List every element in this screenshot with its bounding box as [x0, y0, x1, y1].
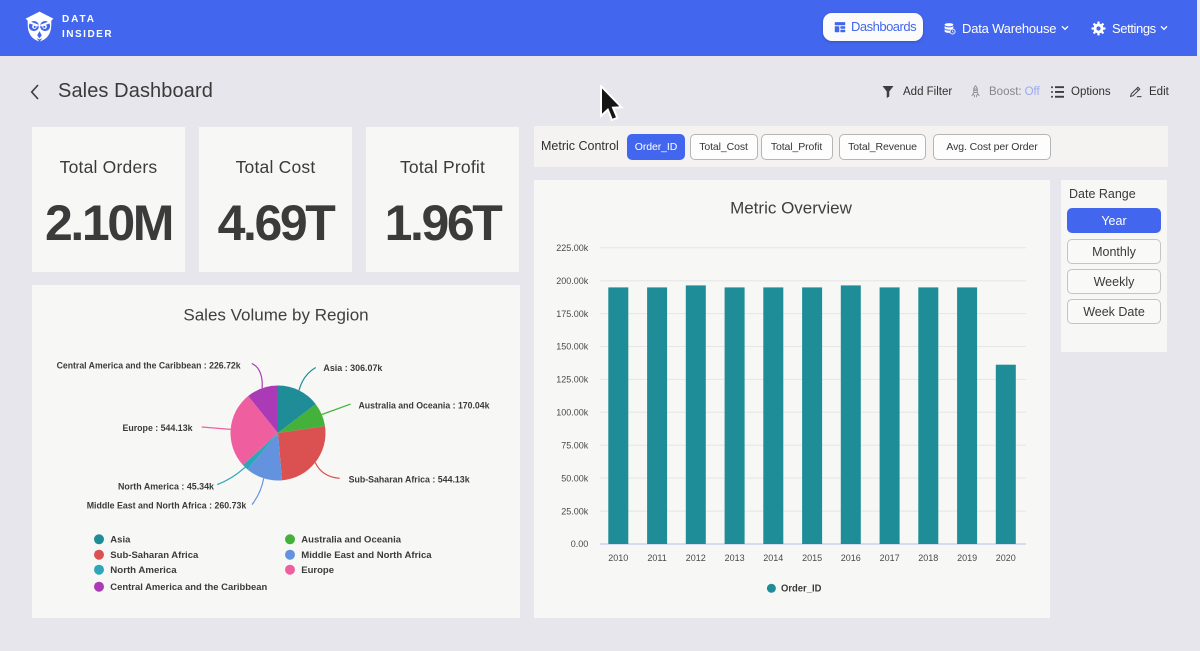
svg-text:Central America and the Caribb: Central America and the Caribbean	[110, 582, 267, 593]
svg-text:25.00k: 25.00k	[561, 506, 589, 516]
svg-text:75.00k: 75.00k	[561, 440, 589, 450]
svg-text:2020: 2020	[996, 553, 1016, 563]
svg-text:50.00k: 50.00k	[561, 473, 589, 483]
svg-text:150.00k: 150.00k	[556, 342, 589, 352]
svg-text:Australia and Oceania : 170.04: Australia and Oceania : 170.04k	[359, 401, 491, 412]
svg-text:100.00k: 100.00k	[556, 408, 589, 418]
svg-text:0.00: 0.00	[571, 539, 589, 549]
svg-text:2014: 2014	[763, 553, 783, 563]
svg-text:2019: 2019	[957, 553, 977, 563]
svg-text:2013: 2013	[725, 553, 745, 563]
svg-text:Sub-Saharan Africa: Sub-Saharan Africa	[110, 550, 199, 561]
svg-text:North America: North America	[110, 565, 177, 576]
svg-text:Asia : 306.07k: Asia : 306.07k	[323, 363, 383, 374]
svg-text:Sales Volume by Region: Sales Volume by Region	[183, 306, 368, 325]
svg-text:125.00k: 125.00k	[556, 375, 589, 385]
svg-text:2012: 2012	[686, 553, 706, 563]
svg-text:200.00k: 200.00k	[556, 276, 589, 286]
svg-text:2017: 2017	[880, 553, 900, 563]
svg-text:2015: 2015	[802, 553, 822, 563]
svg-text:175.00k: 175.00k	[556, 309, 589, 319]
svg-text:2010: 2010	[608, 553, 628, 563]
svg-text:225.00k: 225.00k	[556, 243, 589, 253]
svg-text:Middle East and North Africa: Middle East and North Africa	[301, 550, 432, 561]
svg-text:Asia: Asia	[110, 535, 131, 546]
svg-text:Europe : 544.13k: Europe : 544.13k	[123, 423, 194, 434]
svg-text:Middle East and North Africa :: Middle East and North Africa : 260.73k	[87, 501, 247, 512]
svg-text:Australia and Oceania: Australia and Oceania	[301, 535, 401, 546]
svg-text:2016: 2016	[841, 553, 861, 563]
svg-text:Order_ID: Order_ID	[781, 584, 821, 595]
svg-text:Central America and the Caribb: Central America and the Caribbean : 226.…	[57, 361, 242, 372]
svg-text:North America : 45.34k: North America : 45.34k	[118, 482, 215, 493]
svg-text:2018: 2018	[918, 553, 938, 563]
svg-text:Metric Overview: Metric Overview	[730, 198, 853, 217]
svg-text:Europe: Europe	[301, 565, 334, 576]
svg-text:Sub-Saharan Africa : 544.13k: Sub-Saharan Africa : 544.13k	[349, 474, 471, 485]
svg-text:2011: 2011	[647, 553, 666, 563]
